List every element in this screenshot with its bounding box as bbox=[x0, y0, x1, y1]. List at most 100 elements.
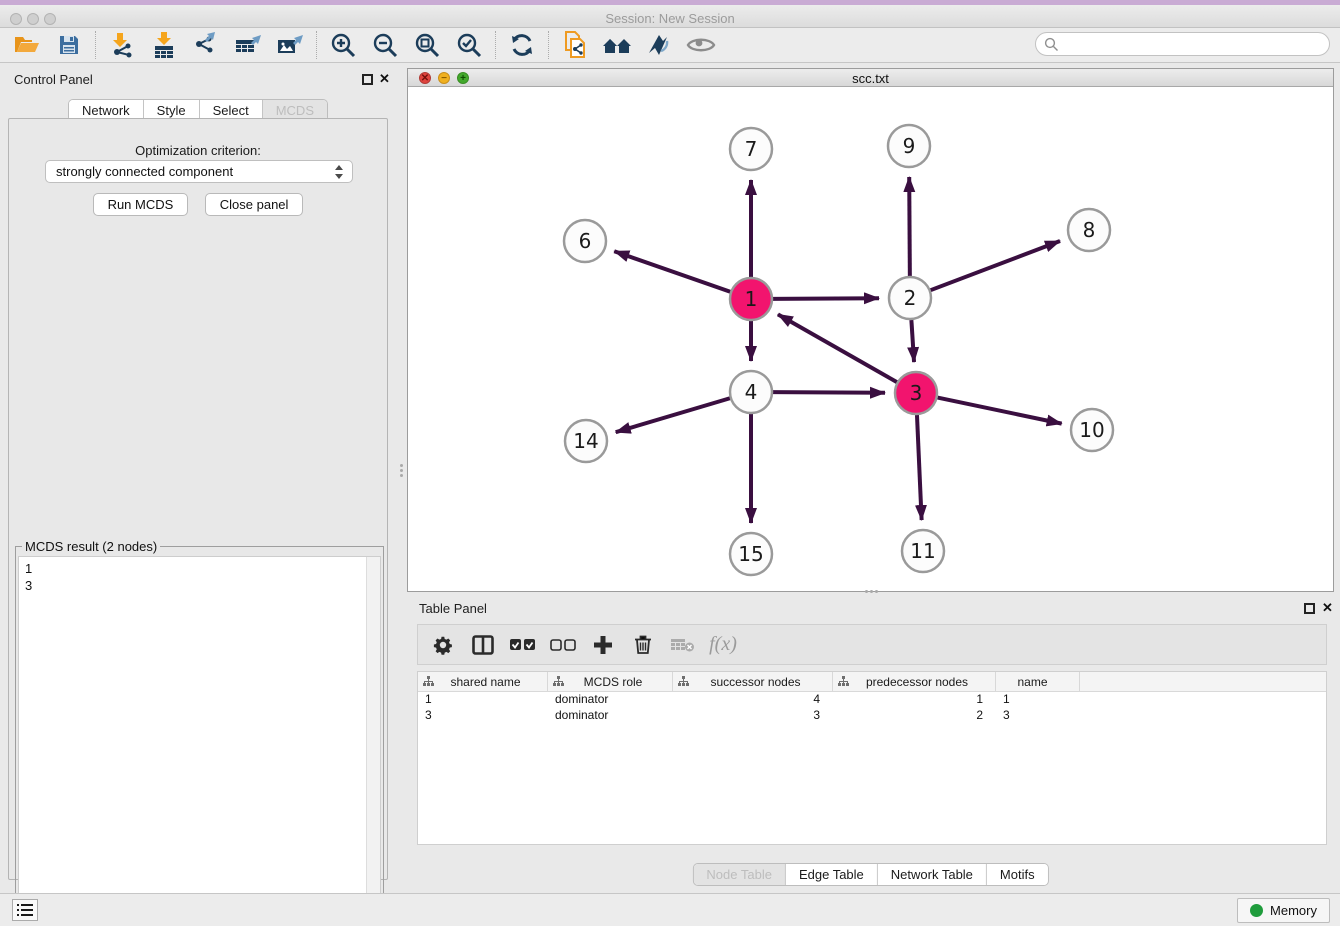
column-header-name[interactable]: name bbox=[996, 672, 1080, 691]
zoom-fit-icon[interactable] bbox=[406, 29, 448, 61]
run-mcds-button[interactable]: Run MCDS bbox=[93, 193, 189, 216]
list-icon bbox=[17, 903, 33, 917]
graph-edge-2-3[interactable] bbox=[911, 320, 914, 362]
graph-edge-4-14[interactable] bbox=[616, 398, 730, 432]
column-header-successor-nodes[interactable]: successor nodes bbox=[673, 672, 833, 691]
column-header-mcds-role[interactable]: MCDS role bbox=[548, 672, 673, 691]
graph-edge-1-2[interactable] bbox=[773, 298, 879, 299]
optimization-label: Optimization criterion: bbox=[9, 143, 387, 158]
table-cell[interactable]: 1 bbox=[833, 692, 996, 708]
pane-splitter-handle[interactable] bbox=[860, 588, 882, 594]
graph-edge-3-1[interactable] bbox=[778, 314, 897, 382]
table-panel-header: Table Panel ✕ bbox=[407, 595, 1334, 619]
close-panel-button[interactable]: Close panel bbox=[205, 193, 304, 216]
graph-node-label: 3 bbox=[910, 381, 923, 405]
task-history-button[interactable] bbox=[12, 899, 38, 921]
graph-node-9[interactable]: 9 bbox=[888, 125, 930, 167]
copy-network-icon[interactable] bbox=[554, 29, 596, 61]
add-column-icon[interactable] bbox=[590, 632, 616, 658]
graph-edge-2-8[interactable] bbox=[931, 241, 1060, 290]
houses-icon[interactable] bbox=[596, 29, 638, 61]
tab-node-table[interactable]: Node Table bbox=[693, 864, 786, 885]
mcds-result-list[interactable]: 13 bbox=[18, 556, 381, 920]
graph-edge-2-9[interactable] bbox=[909, 177, 910, 276]
memory-button[interactable]: Memory bbox=[1237, 898, 1330, 923]
import-network-icon[interactable] bbox=[101, 29, 143, 61]
graph-edge-1-6[interactable] bbox=[614, 251, 730, 292]
refresh-icon[interactable] bbox=[501, 29, 543, 61]
close-panel-icon[interactable]: ✕ bbox=[1322, 600, 1333, 616]
network-canvas[interactable]: 7 9 6 8 1 2 4 3 14 10 15 11 bbox=[408, 88, 1333, 592]
float-panel-icon[interactable] bbox=[362, 74, 373, 85]
network-window: ✕ − + scc.txt 7 9 6 8 1 2 4 3 14 10 15 11 bbox=[407, 68, 1334, 592]
graph-edge-4-3[interactable] bbox=[773, 392, 885, 393]
control-panel-title: Control Panel bbox=[14, 72, 93, 87]
table-cell[interactable]: 1 bbox=[418, 692, 548, 708]
zoom-out-icon[interactable] bbox=[364, 29, 406, 61]
mcds-result-line: 1 bbox=[25, 560, 374, 577]
eye-icon[interactable] bbox=[680, 29, 722, 61]
table-cell[interactable]: dominator bbox=[548, 692, 673, 708]
close-panel-icon[interactable]: ✕ bbox=[379, 71, 390, 87]
table-cell[interactable]: 1 bbox=[996, 692, 1080, 708]
pane-splitter-handle[interactable] bbox=[398, 462, 404, 482]
table-cell[interactable]: 3 bbox=[418, 708, 548, 724]
delete-column-icon[interactable] bbox=[630, 632, 656, 658]
export-table-icon[interactable] bbox=[227, 29, 269, 61]
graph-node-7[interactable]: 7 bbox=[730, 128, 772, 170]
tab-motifs[interactable]: Motifs bbox=[987, 864, 1048, 885]
column-header-shared-name[interactable]: shared name bbox=[418, 672, 548, 691]
toolbar-separator bbox=[495, 31, 496, 59]
graph-node-1[interactable]: 1 bbox=[730, 278, 772, 320]
scrollbar-track[interactable] bbox=[366, 557, 380, 919]
graph-node-10[interactable]: 10 bbox=[1071, 409, 1113, 451]
column-view-icon[interactable] bbox=[470, 632, 496, 658]
graph-node-15[interactable]: 15 bbox=[730, 533, 772, 575]
graph-node-4[interactable]: 4 bbox=[730, 371, 772, 413]
save-icon[interactable] bbox=[48, 29, 90, 61]
graph-node-14[interactable]: 14 bbox=[565, 420, 607, 462]
graph-node-2[interactable]: 2 bbox=[889, 277, 931, 319]
table-row[interactable]: 3dominator323 bbox=[418, 708, 1326, 724]
export-network-icon[interactable] bbox=[185, 29, 227, 61]
table-cell[interactable]: 3 bbox=[996, 708, 1080, 724]
open-folder-icon[interactable] bbox=[6, 29, 48, 61]
tab-edge-table[interactable]: Edge Table bbox=[786, 864, 878, 885]
network-window-titlebar[interactable]: ✕ − + scc.txt bbox=[408, 69, 1333, 87]
table-cell[interactable]: 4 bbox=[673, 692, 833, 708]
graph-node-label: 6 bbox=[579, 229, 592, 253]
table-cell[interactable]: dominator bbox=[548, 708, 673, 724]
table-cell[interactable]: 2 bbox=[833, 708, 996, 724]
search-input[interactable] bbox=[1035, 32, 1330, 56]
flag-icon[interactable] bbox=[638, 29, 680, 61]
tab-network-table[interactable]: Network Table bbox=[878, 864, 987, 885]
gear-icon[interactable] bbox=[430, 632, 456, 658]
graph-node-6[interactable]: 6 bbox=[564, 220, 606, 262]
graph-node-label: 8 bbox=[1083, 218, 1096, 242]
table-row[interactable]: 1dominator411 bbox=[418, 692, 1326, 708]
mcds-panel: Optimization criterion: strongly connect… bbox=[8, 118, 388, 880]
graph-edge-3-10[interactable] bbox=[938, 398, 1062, 424]
graph-node-label: 11 bbox=[910, 539, 935, 563]
network-window-title: scc.txt bbox=[408, 71, 1333, 86]
window-title: Session: New Session bbox=[0, 11, 1340, 26]
mcds-result-line: 3 bbox=[25, 577, 374, 594]
main-toolbar bbox=[0, 28, 1340, 63]
column-header-predecessor-nodes[interactable]: predecessor nodes bbox=[833, 672, 996, 691]
graph-edge-3-11[interactable] bbox=[917, 415, 922, 520]
optimization-select[interactable]: strongly connected component bbox=[45, 160, 353, 183]
select-all-icon[interactable] bbox=[510, 632, 536, 658]
zoom-in-icon[interactable] bbox=[322, 29, 364, 61]
table-body: 1dominator4113dominator323 bbox=[418, 692, 1326, 724]
memory-label: Memory bbox=[1270, 903, 1317, 918]
graph-node-11[interactable]: 11 bbox=[902, 530, 944, 572]
float-panel-icon[interactable] bbox=[1304, 603, 1315, 614]
deselect-all-icon[interactable] bbox=[550, 632, 576, 658]
import-table-icon[interactable] bbox=[143, 29, 185, 61]
table-cell[interactable]: 3 bbox=[673, 708, 833, 724]
zoom-selected-icon[interactable] bbox=[448, 29, 490, 61]
graph-node-3[interactable]: 3 bbox=[895, 372, 937, 414]
graph-node-8[interactable]: 8 bbox=[1068, 209, 1110, 251]
export-image-icon[interactable] bbox=[269, 29, 311, 61]
memory-status-icon bbox=[1250, 904, 1263, 917]
